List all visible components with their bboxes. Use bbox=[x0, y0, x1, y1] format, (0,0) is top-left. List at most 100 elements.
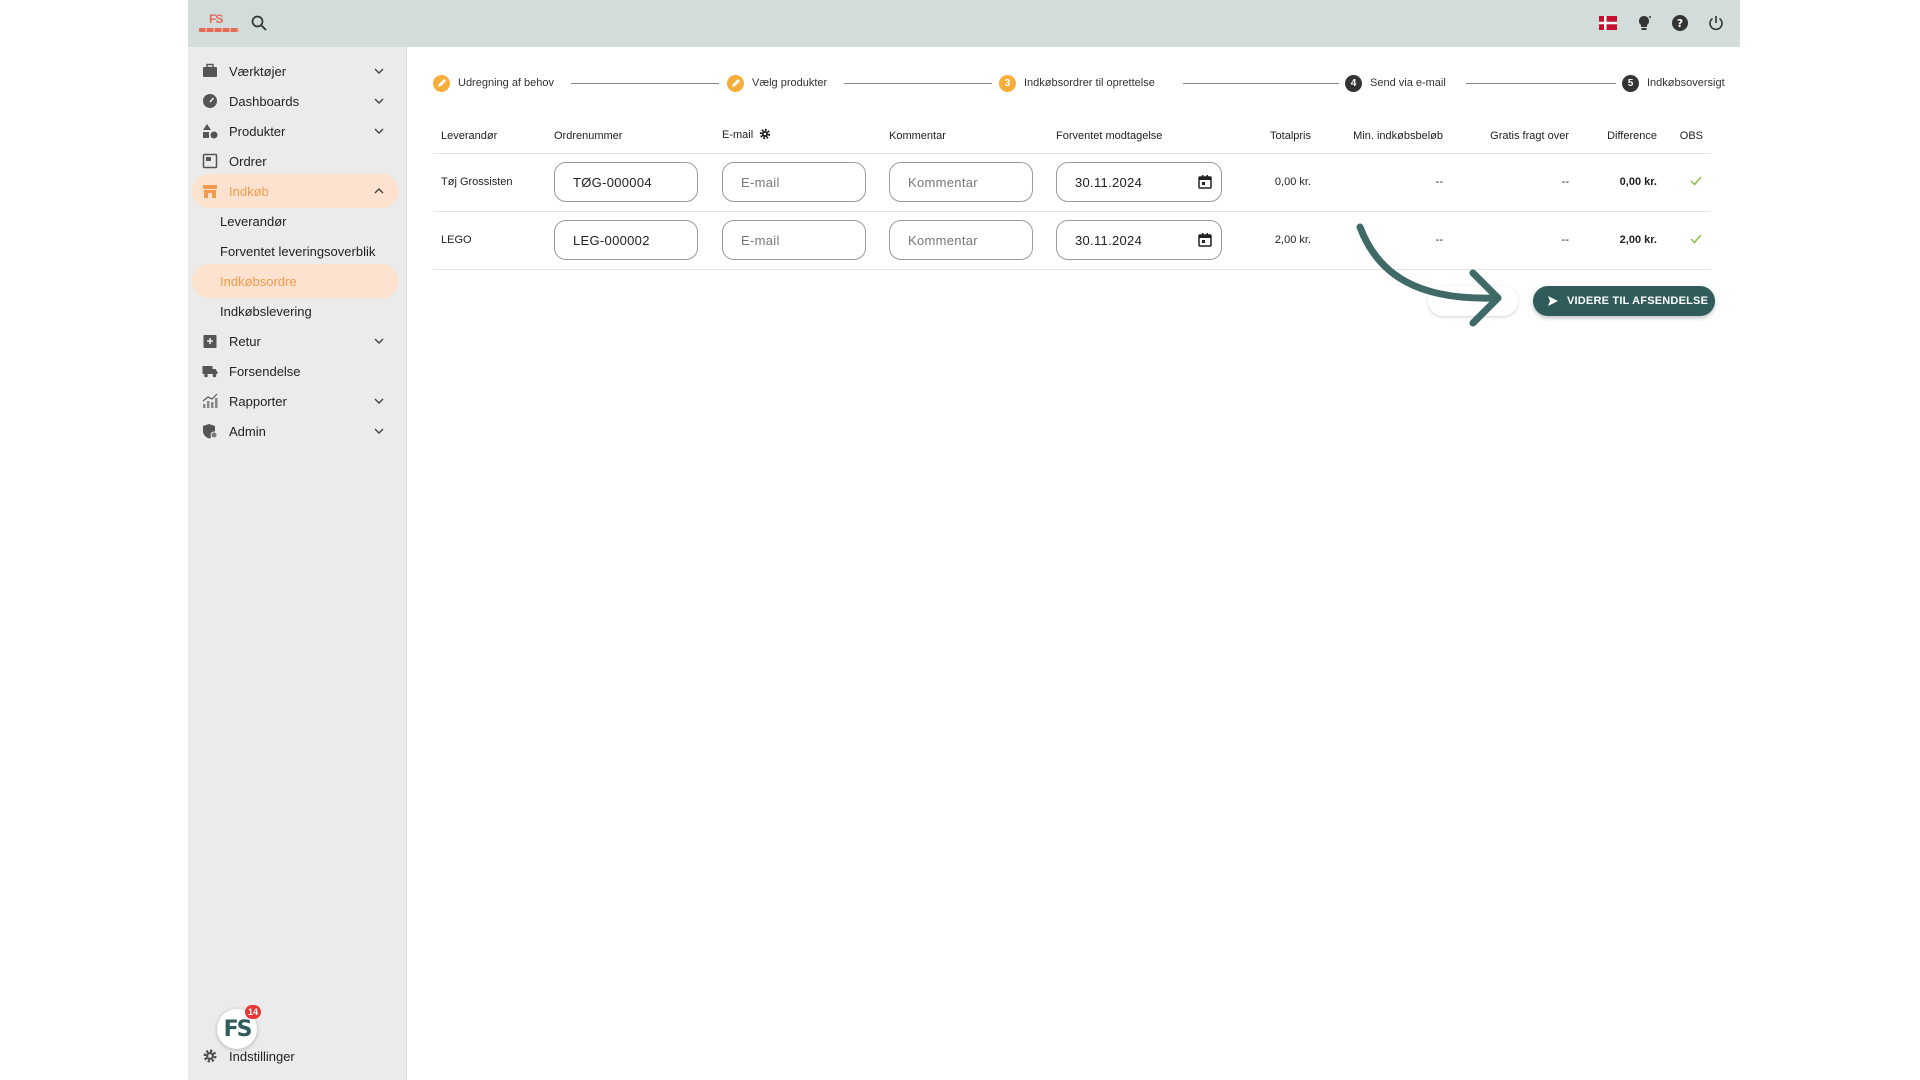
check-icon bbox=[1689, 174, 1703, 188]
power-icon[interactable] bbox=[1706, 13, 1726, 33]
lightbulb-icon[interactable] bbox=[1634, 13, 1654, 33]
calendar-icon[interactable] bbox=[1197, 174, 1213, 190]
date-value: 30.11.2024 bbox=[1075, 232, 1143, 248]
orders-icon bbox=[202, 153, 218, 169]
step-label: Udregning af behov bbox=[458, 77, 555, 89]
table-row: LEGO LEG-000002 E-mail Kommentar 30.11.2… bbox=[433, 211, 1711, 270]
shapes-icon bbox=[202, 123, 218, 139]
secondary-button[interactable] bbox=[1428, 286, 1518, 316]
sidebar-item-label: Værktøjer bbox=[229, 64, 287, 79]
truck-icon bbox=[202, 363, 218, 379]
header-obs[interactable]: OBS bbox=[1665, 119, 1711, 154]
header-expected-delivery[interactable]: Forventet modtagelse bbox=[1048, 119, 1242, 154]
wizard-stepper: Udregning af behov Vælg produkter 3 Indk… bbox=[433, 73, 1725, 93]
header-difference[interactable]: Difference bbox=[1577, 119, 1665, 154]
app-window: FS ? Værktøjer Dashboards Produkter Ordr… bbox=[188, 0, 1740, 1080]
header-free-freight[interactable]: Gratis fragt over bbox=[1451, 119, 1577, 154]
sidebar-subitem-indkoebsordre[interactable]: Indkøbsordre bbox=[192, 264, 399, 298]
gear-icon bbox=[202, 1048, 218, 1064]
sidebar-item-rapporter[interactable]: Rapporter bbox=[192, 384, 399, 418]
comment-input[interactable]: Kommentar bbox=[889, 162, 1033, 202]
header-min-amount[interactable]: Min. indkøbsbeløb bbox=[1319, 119, 1451, 154]
cell-min-amount: -- bbox=[1319, 211, 1451, 270]
sidebar-subitem-indkoebslevering[interactable]: Indkøbslevering bbox=[192, 294, 399, 328]
toolbox-icon bbox=[202, 63, 218, 79]
sidebar-item-label: Produkter bbox=[229, 124, 286, 139]
danish-flag-icon[interactable] bbox=[1598, 13, 1618, 33]
sidebar-item-label: Indstillinger bbox=[229, 1049, 295, 1064]
search-icon[interactable] bbox=[250, 14, 268, 32]
header-email[interactable]: E-mail bbox=[714, 119, 881, 154]
return-icon bbox=[202, 333, 218, 349]
step-number: 4 bbox=[1345, 74, 1362, 92]
header-total-price[interactable]: Totalpris bbox=[1242, 119, 1319, 154]
top-bar: FS ? bbox=[188, 0, 1740, 47]
step-label: Vælg produkter bbox=[752, 77, 828, 89]
step-connector bbox=[571, 83, 719, 84]
table-header-row: Leverandør Ordrenummer E-mail Kommentar … bbox=[433, 119, 1711, 154]
chevron-up-icon bbox=[373, 185, 385, 197]
chart-icon bbox=[202, 393, 218, 409]
pencil-icon bbox=[727, 74, 744, 92]
email-input[interactable]: E-mail bbox=[722, 162, 866, 202]
cell-difference: 2,00 kr. bbox=[1577, 211, 1665, 270]
sidebar-item-forsendelse[interactable]: Forsendelse bbox=[192, 354, 399, 388]
sidebar-item-indstillinger[interactable]: Indstillinger bbox=[192, 1043, 399, 1069]
gear-icon[interactable] bbox=[759, 128, 771, 143]
continue-to-sending-button[interactable]: VIDERE TIL AFSENDELSE bbox=[1533, 286, 1715, 316]
sidebar-item-produkter[interactable]: Produkter bbox=[192, 114, 399, 148]
expected-date-input[interactable]: 30.11.2024 bbox=[1056, 220, 1222, 260]
chevron-down-icon bbox=[373, 335, 385, 347]
step-number: 3 bbox=[999, 74, 1016, 92]
header-comment[interactable]: Kommentar bbox=[881, 119, 1048, 154]
chevron-down-icon bbox=[373, 395, 385, 407]
step-connector bbox=[1183, 83, 1339, 84]
expected-date-input[interactable]: 30.11.2024 bbox=[1056, 162, 1222, 202]
sidebar-item-ordrer[interactable]: Ordrer bbox=[192, 144, 399, 178]
sidebar-item-vaerktoejer[interactable]: Værktøjer bbox=[192, 54, 399, 88]
sidebar-subitem-label: Leverandør bbox=[220, 214, 287, 229]
sidebar-item-admin[interactable]: Admin bbox=[192, 414, 399, 448]
cell-difference: 0,00 kr. bbox=[1577, 153, 1665, 212]
help-icon[interactable]: ? bbox=[1670, 13, 1690, 33]
sidebar-item-label: Forsendelse bbox=[229, 364, 301, 379]
step-vaelg-produkter[interactable]: Vælg produkter bbox=[727, 73, 827, 93]
step-indkoebsordrer-til-oprettelse[interactable]: 3 Indkøbsordrer til oprettelse bbox=[999, 73, 1155, 93]
sidebar-item-label: Retur bbox=[229, 334, 261, 349]
sidebar-subitem-leverandoer[interactable]: Leverandør bbox=[192, 204, 399, 238]
order-number-input[interactable]: LEG-000002 bbox=[554, 220, 698, 260]
cell-total-price: 0,00 kr. bbox=[1242, 153, 1319, 212]
header-supplier[interactable]: Leverandør bbox=[433, 119, 546, 154]
step-send-via-email[interactable]: 4 Send via e-mail bbox=[1345, 73, 1446, 93]
header-email-label: E-mail bbox=[722, 129, 754, 142]
cell-supplier: Tøj Grossisten bbox=[433, 153, 546, 212]
purchase-orders-table: Leverandør Ordrenummer E-mail Kommentar … bbox=[433, 119, 1711, 270]
pencil-icon bbox=[433, 74, 450, 92]
calendar-icon[interactable] bbox=[1197, 232, 1213, 248]
date-value: 30.11.2024 bbox=[1075, 174, 1143, 190]
sidebar-item-dashboards[interactable]: Dashboards bbox=[192, 84, 399, 118]
sidebar-item-label: Indkøb bbox=[229, 184, 269, 199]
continue-button-label: VIDERE TIL AFSENDELSE bbox=[1567, 295, 1709, 307]
sidebar-item-indkoeb[interactable]: Indkøb bbox=[192, 174, 399, 208]
fs-badge-text: FS bbox=[223, 1016, 253, 1042]
sidebar-subitem-forventet-leveringsoverblik[interactable]: Forventet leveringsoverblik bbox=[192, 234, 399, 268]
comment-input[interactable]: Kommentar bbox=[889, 220, 1033, 260]
step-udregning-af-behov[interactable]: Udregning af behov bbox=[433, 73, 554, 93]
admin-icon bbox=[202, 423, 218, 439]
step-label: Indkøbsoversigt bbox=[1647, 77, 1725, 89]
header-order-number[interactable]: Ordrenummer bbox=[546, 119, 714, 154]
sidebar-item-label: Dashboards bbox=[229, 94, 300, 109]
order-number-input[interactable]: TØG-000004 bbox=[554, 162, 698, 202]
table-row: Tøj Grossisten TØG-000004 E-mail Komment… bbox=[433, 153, 1711, 212]
main-content: Udregning af behov Vælg produkter 3 Indk… bbox=[408, 47, 1740, 1080]
step-indkoebsoversigt[interactable]: 5 Indkøbsoversigt bbox=[1622, 73, 1725, 93]
step-number: 5 bbox=[1622, 74, 1639, 92]
peak-systems-logo[interactable]: FS bbox=[199, 12, 239, 34]
sidebar-item-retur[interactable]: Retur bbox=[192, 324, 399, 358]
step-connector bbox=[844, 83, 992, 84]
chevron-down-icon bbox=[373, 125, 385, 137]
chevron-down-icon bbox=[373, 425, 385, 437]
sidebar-item-label: Rapporter bbox=[229, 394, 287, 409]
email-input[interactable]: E-mail bbox=[722, 220, 866, 260]
